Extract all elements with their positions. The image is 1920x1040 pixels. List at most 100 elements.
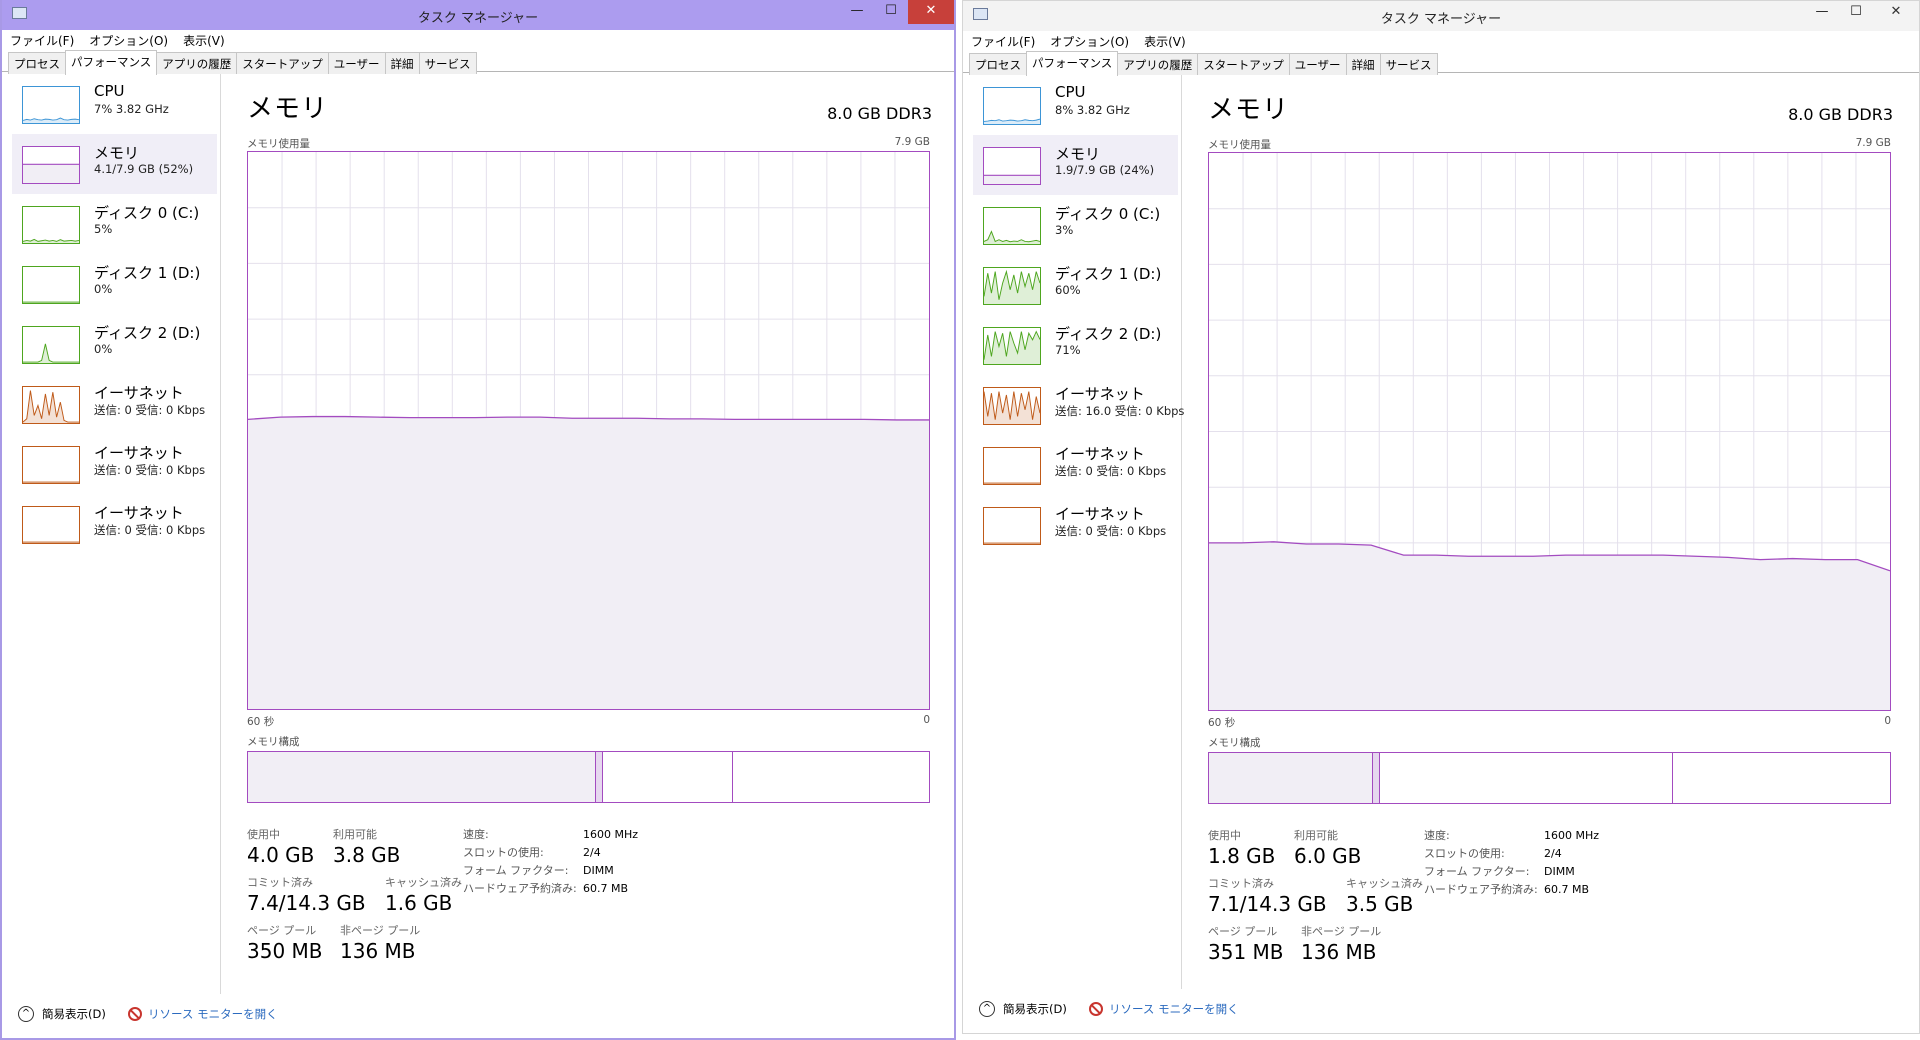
sidebar-item[interactable]: ディスク 1 (D:) 0% xyxy=(12,254,217,314)
composition-label: メモリ構成 xyxy=(247,736,300,748)
sidebar-item[interactable]: ディスク 2 (D:) 0% xyxy=(12,314,217,374)
tab-performance[interactable]: パフォーマンス xyxy=(1026,51,1119,76)
tab-users[interactable]: ユーザー xyxy=(1288,53,1347,75)
tab-bar: プロセス パフォーマンス アプリの履歴 スタートアップ ユーザー 詳細 サービス xyxy=(963,51,1919,76)
sidebar-item[interactable]: ディスク 2 (D:) 71% xyxy=(973,315,1178,375)
menu-view[interactable]: 表示(V) xyxy=(175,30,232,49)
sidebar-item[interactable]: イーサネット 送信: 0 受信: 0 Kbps xyxy=(12,434,217,494)
minimize-button[interactable]: — xyxy=(840,0,874,24)
tab-startup[interactable]: スタートアップ xyxy=(236,52,329,74)
minimize-button[interactable]: — xyxy=(1805,1,1839,25)
tab-services[interactable]: サービス xyxy=(418,52,477,74)
sparkline-thumbnail xyxy=(22,446,80,484)
title-bar[interactable]: タスク マネージャー — ☐ ✕ xyxy=(2,0,954,30)
tab-bar: プロセス パフォーマンス アプリの履歴 スタートアップ ユーザー 詳細 サービス xyxy=(2,50,954,75)
task-manager-window-left: タスク マネージャー — ☐ ✕ ファイル(F) オプション(O) 表示(V) プロ… xyxy=(0,0,956,1040)
sidebar-item-name: ディスク 1 (D:) xyxy=(94,264,201,282)
fewer-details-button[interactable]: ^ 簡易表示(D) xyxy=(18,1006,106,1022)
sidebar-item-value: 0% xyxy=(94,282,113,296)
composition-free xyxy=(1672,753,1890,803)
sparkline-thumbnail xyxy=(22,386,80,424)
performance-pane: CPU 7% 3.82 GHz メモリ 4.1/7.9 GB (52%) ディス… xyxy=(2,74,954,994)
sidebar-item[interactable]: ディスク 1 (D:) 60% xyxy=(973,255,1178,315)
menu-file[interactable]: ファイル(F) xyxy=(2,30,81,49)
composition-label: メモリ構成 xyxy=(1208,737,1261,749)
detail-form-factor: フォーム ファクター: DIMM xyxy=(463,864,614,877)
usage-graph-label: メモリ使用量 xyxy=(247,138,310,150)
sidebar-item-name: CPU xyxy=(1055,83,1086,101)
detail-slots: スロットの使用: 2/4 xyxy=(463,846,601,859)
sidebar-item[interactable]: イーサネット 送信: 0 受信: 0 Kbps xyxy=(12,374,217,434)
composition-modified xyxy=(595,752,603,802)
maximize-button[interactable]: ☐ xyxy=(1839,1,1873,25)
menu-file[interactable]: ファイル(F) xyxy=(963,31,1042,50)
tab-startup[interactable]: スタートアップ xyxy=(1197,53,1290,75)
tab-performance[interactable]: パフォーマンス xyxy=(65,50,158,75)
sidebar-item[interactable]: ディスク 0 (C:) 5% xyxy=(12,194,217,254)
task-manager-window-right: タスク マネージャー — ☐ ✕ ファイル(F) オプション(O) 表示(V) プロ… xyxy=(962,0,1920,1034)
detail-hw-reserved: ハードウェア予約済み: 60.7 MB xyxy=(463,882,629,895)
sparkline-thumbnail xyxy=(983,207,1041,245)
menu-view[interactable]: 表示(V) xyxy=(1136,31,1193,50)
usage-graph-max: 7.9 GB xyxy=(894,136,930,148)
menu-options[interactable]: オプション(O) xyxy=(1042,31,1136,50)
close-button[interactable]: ✕ xyxy=(1873,1,1919,25)
chevron-up-icon: ^ xyxy=(18,1006,34,1022)
sidebar-item[interactable]: イーサネット 送信: 0 受信: 0 Kbps xyxy=(973,495,1178,555)
sidebar-item[interactable]: イーサネット 送信: 16.0 受信: 0 Kbps xyxy=(973,375,1184,435)
sidebar-item-value: 送信: 0 受信: 0 Kbps xyxy=(94,403,206,417)
sidebar-item-name: ディスク 2 (D:) xyxy=(1055,325,1162,343)
sidebar-item-name: CPU xyxy=(94,82,125,100)
composition-free xyxy=(731,752,929,802)
tab-details[interactable]: 詳細 xyxy=(1345,53,1381,75)
time-axis-left: 60 秒 xyxy=(1208,717,1236,729)
menu-options[interactable]: オプション(O) xyxy=(81,30,175,49)
open-resource-monitor-link[interactable]: リソース モニターを開く xyxy=(128,1006,278,1022)
memory-composition-bar xyxy=(1208,752,1891,804)
detail-speed: 速度: 1600 MHz xyxy=(1424,829,1600,842)
resource-list: CPU 7% 3.82 GHz メモリ 4.1/7.9 GB (52%) ディス… xyxy=(2,74,221,994)
sparkline-thumbnail xyxy=(983,87,1041,125)
tab-processes[interactable]: プロセス xyxy=(8,52,66,74)
footer: ^ 簡易表示(D) リソース モニターを開く xyxy=(963,989,1919,1033)
close-button[interactable]: ✕ xyxy=(908,0,954,24)
stat-committed: コミット済み 7.4/14.3 GB xyxy=(247,876,366,915)
sidebar-item[interactable]: CPU 7% 3.82 GHz xyxy=(12,74,217,134)
window-title: タスク マネージャー xyxy=(417,11,539,26)
stat-available: 利用可能 3.8 GB xyxy=(333,828,401,867)
stat-paged-pool: ページ プール 351 MB xyxy=(1208,925,1284,964)
tab-users[interactable]: ユーザー xyxy=(327,52,386,74)
sidebar-item-name: ディスク 1 (D:) xyxy=(1055,265,1162,283)
sidebar-item[interactable]: ディスク 0 (C:) 3% xyxy=(973,195,1178,255)
detail-slots: スロットの使用: 2/4 xyxy=(1424,847,1562,860)
window-title: タスク マネージャー xyxy=(1380,12,1502,27)
tab-processes[interactable]: プロセス xyxy=(969,53,1027,75)
maximize-button[interactable]: ☐ xyxy=(874,0,908,24)
sidebar-item-name: メモリ xyxy=(94,144,140,162)
sidebar-item[interactable]: CPU 8% 3.82 GHz xyxy=(973,75,1178,135)
usage-graph-label: メモリ使用量 xyxy=(1208,139,1271,151)
composition-in-use xyxy=(1209,753,1373,803)
tab-details[interactable]: 詳細 xyxy=(384,52,420,74)
stat-cached: キャッシュ済み 1.6 GB xyxy=(385,876,462,915)
sidebar-item[interactable]: メモリ 4.1/7.9 GB (52%) xyxy=(12,134,217,194)
memory-detail: メモリ 8.0 GB DDR3 メモリ使用量 7.9 GB 60 秒 0 メモリ… xyxy=(247,74,932,994)
sparkline-thumbnail xyxy=(983,507,1041,545)
title-bar[interactable]: タスク マネージャー — ☐ ✕ xyxy=(963,1,1919,31)
tab-services[interactable]: サービス xyxy=(1379,53,1438,75)
tab-app-history[interactable]: アプリの履歴 xyxy=(1117,53,1199,75)
sparkline-thumbnail xyxy=(22,146,80,184)
sparkline-thumbnail xyxy=(22,86,80,124)
sparkline-thumbnail xyxy=(22,206,80,244)
sidebar-item[interactable]: メモリ 1.9/7.9 GB (24%) xyxy=(973,135,1178,195)
sidebar-item-name: イーサネット xyxy=(94,444,184,462)
tab-app-history[interactable]: アプリの履歴 xyxy=(156,52,238,74)
time-axis-right: 0 xyxy=(923,714,930,726)
resource-monitor-icon xyxy=(128,1007,142,1021)
sidebar-item-value: 送信: 0 受信: 0 Kbps xyxy=(94,463,206,477)
fewer-details-button[interactable]: ^ 簡易表示(D) xyxy=(979,1001,1067,1017)
sidebar-item[interactable]: イーサネット 送信: 0 受信: 0 Kbps xyxy=(973,435,1178,495)
sidebar-item[interactable]: イーサネット 送信: 0 受信: 0 Kbps xyxy=(12,494,217,554)
open-resource-monitor-link[interactable]: リソース モニターを開く xyxy=(1089,1001,1239,1017)
performance-pane: CPU 8% 3.82 GHz メモリ 1.9/7.9 GB (24%) ディス… xyxy=(963,75,1919,989)
